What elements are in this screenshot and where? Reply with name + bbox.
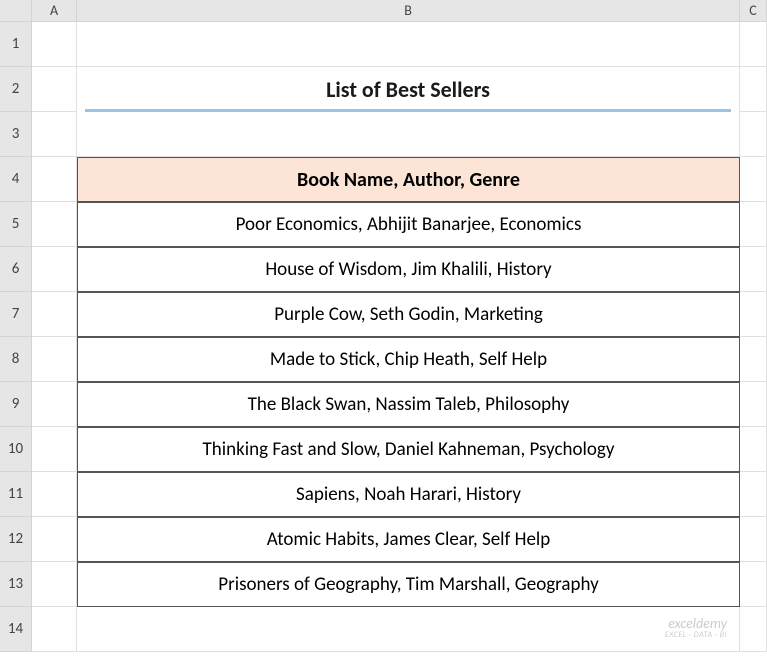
- cell-a14[interactable]: [32, 607, 77, 652]
- cell-c2[interactable]: [740, 67, 767, 112]
- select-all-corner[interactable]: [0, 0, 32, 22]
- page-title[interactable]: List of Best Sellers: [77, 67, 740, 112]
- cell-c1[interactable]: [740, 22, 767, 67]
- col-header-a[interactable]: A: [32, 0, 77, 22]
- cell-a1[interactable]: [32, 22, 77, 67]
- table-row[interactable]: Thinking Fast and Slow, Daniel Kahneman,…: [77, 427, 740, 472]
- table-row[interactable]: The Black Swan, Nassim Taleb, Philosophy: [77, 382, 740, 427]
- cell-c8[interactable]: [740, 337, 767, 382]
- row-header-6[interactable]: 6: [0, 247, 32, 292]
- row-header-5[interactable]: 5: [0, 202, 32, 247]
- cell-a8[interactable]: [32, 337, 77, 382]
- row-header-11[interactable]: 11: [0, 472, 32, 517]
- table-row[interactable]: Prisoners of Geography, Tim Marshall, Ge…: [77, 562, 740, 607]
- cell-c14[interactable]: [740, 607, 767, 652]
- cell-a10[interactable]: [32, 427, 77, 472]
- watermark: exceldemy EXCEL · DATA · BI: [665, 616, 727, 640]
- row-header-8[interactable]: 8: [0, 337, 32, 382]
- table-row[interactable]: Made to Stick, Chip Heath, Self Help: [77, 337, 740, 382]
- spreadsheet-grid: A B C 1 2 List of Best Sellers 3 4 Book …: [0, 0, 767, 652]
- cell-b14[interactable]: [77, 607, 740, 652]
- cell-c5[interactable]: [740, 202, 767, 247]
- watermark-sub: EXCEL · DATA · BI: [665, 631, 727, 640]
- cell-c7[interactable]: [740, 292, 767, 337]
- row-header-10[interactable]: 10: [0, 427, 32, 472]
- cell-c6[interactable]: [740, 247, 767, 292]
- row-header-2[interactable]: 2: [0, 67, 32, 112]
- cell-c11[interactable]: [740, 472, 767, 517]
- table-row[interactable]: House of Wisdom, Jim Khalili, History: [77, 247, 740, 292]
- row-header-1[interactable]: 1: [0, 22, 32, 67]
- cell-a12[interactable]: [32, 517, 77, 562]
- row-header-9[interactable]: 9: [0, 382, 32, 427]
- row-header-13[interactable]: 13: [0, 562, 32, 607]
- cell-b1[interactable]: [77, 22, 740, 67]
- cell-a9[interactable]: [32, 382, 77, 427]
- cell-c10[interactable]: [740, 427, 767, 472]
- cell-a2[interactable]: [32, 67, 77, 112]
- table-row[interactable]: Atomic Habits, James Clear, Self Help: [77, 517, 740, 562]
- cell-a13[interactable]: [32, 562, 77, 607]
- table-header[interactable]: Book Name, Author, Genre: [77, 157, 740, 202]
- cell-a11[interactable]: [32, 472, 77, 517]
- cell-c4[interactable]: [740, 157, 767, 202]
- cell-a3[interactable]: [32, 112, 77, 157]
- cell-c9[interactable]: [740, 382, 767, 427]
- row-header-14[interactable]: 14: [0, 607, 32, 652]
- cell-b3[interactable]: [77, 112, 740, 157]
- cell-c12[interactable]: [740, 517, 767, 562]
- col-header-c[interactable]: C: [740, 0, 767, 22]
- row-header-3[interactable]: 3: [0, 112, 32, 157]
- cell-c3[interactable]: [740, 112, 767, 157]
- cell-a5[interactable]: [32, 202, 77, 247]
- cell-a6[interactable]: [32, 247, 77, 292]
- table-row[interactable]: Purple Cow, Seth Godin, Marketing: [77, 292, 740, 337]
- watermark-main: exceldemy: [665, 616, 727, 631]
- row-header-4[interactable]: 4: [0, 157, 32, 202]
- col-header-b[interactable]: B: [77, 0, 740, 22]
- cell-c13[interactable]: [740, 562, 767, 607]
- table-row[interactable]: Sapiens, Noah Harari, History: [77, 472, 740, 517]
- row-header-7[interactable]: 7: [0, 292, 32, 337]
- cell-a7[interactable]: [32, 292, 77, 337]
- table-row[interactable]: Poor Economics, Abhijit Banarjee, Econom…: [77, 202, 740, 247]
- row-header-12[interactable]: 12: [0, 517, 32, 562]
- cell-a4[interactable]: [32, 157, 77, 202]
